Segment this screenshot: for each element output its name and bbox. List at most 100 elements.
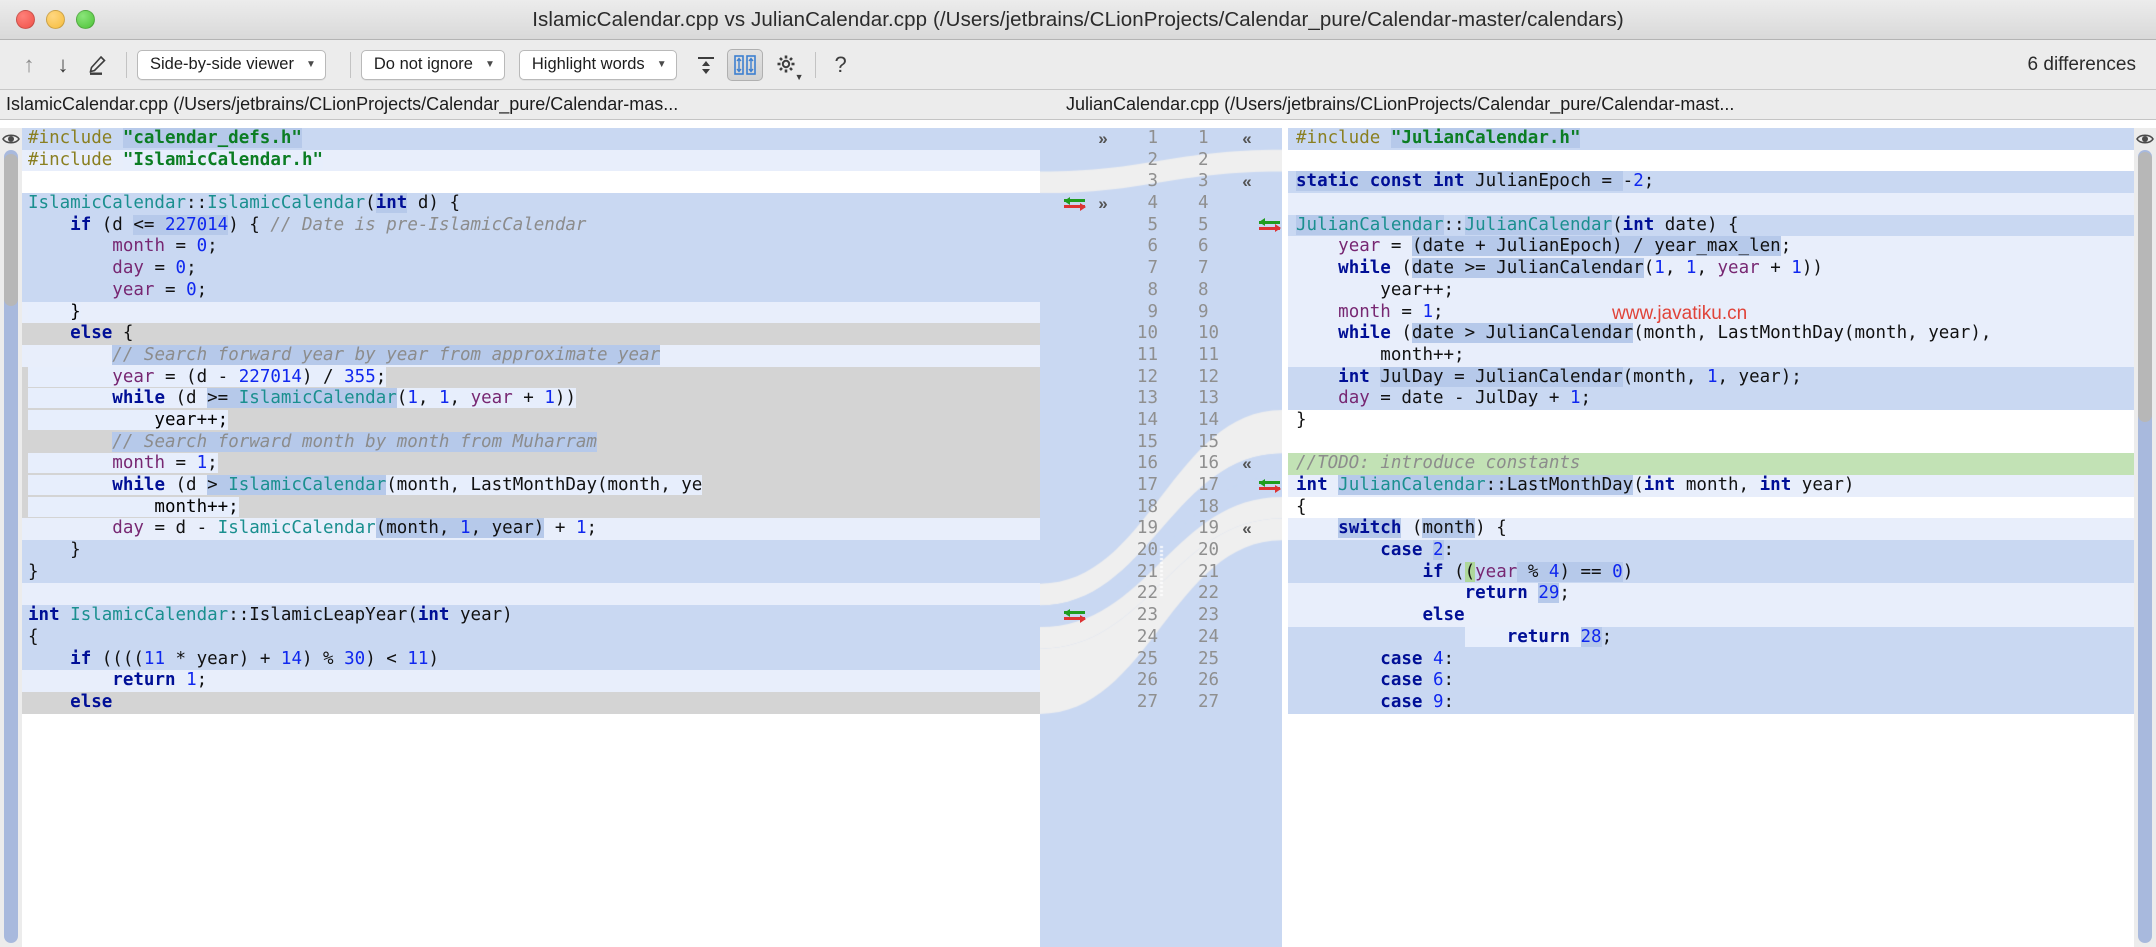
window-titlebar: IslamicCalendar.cpp vs JulianCalendar.cp… [0,0,2156,40]
code-line [0,583,1040,605]
pencil-icon[interactable] [82,50,112,80]
code-line: while (d >= IslamicCalendar(1, 1, year +… [0,388,1040,410]
left-marker-gutter[interactable] [0,128,22,947]
left-scrollbar-thumb[interactable] [4,154,18,306]
line-number: 1 [1118,128,1158,150]
diff-content-area: #include "calendar_defs.h"#include "Isla… [0,128,2156,947]
gutter-right-actions[interactable] [1258,128,1282,947]
line-number: 4 [1192,193,1232,215]
close-button[interactable] [16,10,35,29]
code-line: { [0,627,1040,649]
code-line: day = 0; [0,258,1040,280]
code-line: static const int JulianEpoch = -2; [1288,171,2156,193]
line-number: 5 [1118,215,1158,237]
center-diff-gutter[interactable]: »» 1234567891011121314151617181920212223… [1040,128,1282,947]
code-line: // Search forward year by year from appr… [0,345,1040,367]
left-editor-pane[interactable]: #include "calendar_defs.h"#include "Isla… [0,128,1040,947]
line-number: 14 [1118,410,1158,432]
accept-right-chevron-icon[interactable]: » [1098,129,1107,148]
code-line: else [0,692,1040,714]
gutter-right-chevrons[interactable]: « « « « [1234,128,1260,947]
gutter-right-line-numbers: 1234567891011121314151617181920212223242… [1192,128,1232,947]
gutter-left-line-numbers: 1234567891011121314151617181920212223242… [1118,128,1158,947]
code-line: #include "calendar_defs.h" [0,128,1040,150]
line-number: 24 [1118,627,1158,649]
code-line: month = 0; [0,236,1040,258]
highlight-mode-dropdown[interactable]: Highlight words ▼ [519,50,677,80]
code-line: { [1288,497,2156,519]
line-number: 2 [1118,150,1158,172]
synchronize-scroll-icon[interactable] [727,49,763,81]
arrow-up-icon[interactable]: ↑ [14,50,44,80]
line-number: 7 [1118,258,1158,280]
line-number: 4 [1118,193,1158,215]
diff-toolbar: ↑ ↓ Side-by-side viewer ▼ Do not ignore … [0,40,2156,90]
gutter-left-actions[interactable] [1040,128,1090,947]
collapse-unchanged-icon[interactable] [691,50,721,80]
code-line [1288,193,2156,215]
arrow-down-icon[interactable]: ↓ [48,50,78,80]
eye-icon[interactable] [2,130,20,148]
code-line: if (d <= 227014) { // Date is pre-Islami… [0,215,1040,237]
minimize-button[interactable] [46,10,65,29]
line-number: 11 [1192,345,1232,367]
accept-left-chevron-icon[interactable]: « [1242,454,1251,473]
apply-change-button[interactable] [1064,193,1086,215]
code-line [1288,150,2156,172]
difference-count: 6 differences [2028,54,2136,76]
code-line: case 4: [1288,649,2156,671]
accept-left-chevron-icon[interactable]: « [1242,129,1251,148]
accept-left-chevron-icon[interactable]: « [1242,519,1251,538]
line-number: 13 [1118,388,1158,410]
code-line: int IslamicCalendar::IslamicLeapYear(int… [0,605,1040,627]
code-line: while (d > IslamicCalendar(month, LastMo… [0,475,1040,497]
accept-left-chevron-icon[interactable]: « [1242,172,1251,191]
code-line: day = date - JulDay + 1; [1288,388,2156,410]
code-line: switch (month) { [1288,518,2156,540]
line-number: 17 [1192,475,1232,497]
code-line: JulianCalendar::JulianCalendar(int date)… [1288,215,2156,237]
code-line: year++; [1288,280,2156,302]
apply-change-button[interactable] [1259,215,1281,237]
gear-icon[interactable]: ▼ [771,50,801,80]
right-editor-pane[interactable]: #include "JulianCalendar.h" static const… [1282,128,2156,947]
code-line: return 29; [1288,583,2156,605]
code-line: else [1288,605,2156,627]
right-marker-gutter[interactable] [2134,128,2156,947]
chevron-down-icon: ▼ [657,59,667,70]
code-line: return 1; [0,670,1040,692]
gutter-left-chevrons[interactable]: »» [1088,128,1118,947]
line-number: 8 [1192,280,1232,302]
code-line: } [0,562,1040,584]
line-number: 20 [1192,540,1232,562]
code-line: year++; [0,410,1040,432]
line-number: 6 [1192,236,1232,258]
chevron-down-icon: ▼ [485,59,495,70]
line-number: 26 [1118,670,1158,692]
code-line: case 9: [1288,692,2156,714]
question-mark-icon[interactable]: ? [826,50,856,80]
code-line: while (date >= JulianCalendar(1, 1, year… [1288,258,2156,280]
line-number: 5 [1192,215,1232,237]
line-number: 10 [1192,323,1232,345]
accept-right-chevron-icon[interactable]: » [1098,194,1107,213]
line-number: 7 [1192,258,1232,280]
line-number: 10 [1118,323,1158,345]
eye-icon[interactable] [2136,130,2154,148]
apply-change-button[interactable] [1259,475,1281,497]
window-title: IslamicCalendar.cpp vs JulianCalendar.cp… [0,8,2156,32]
diff-viewer-window: IslamicCalendar.cpp vs JulianCalendar.cp… [0,0,2156,947]
code-line: year = 0; [0,280,1040,302]
file-header-row: IslamicCalendar.cpp (/Users/jetbrains/CL… [0,90,2156,120]
zoom-button[interactable] [76,10,95,29]
apply-change-button[interactable] [1064,605,1086,627]
viewer-mode-dropdown[interactable]: Side-by-side viewer ▼ [137,50,326,80]
line-number: 27 [1192,692,1232,714]
code-line: int JulianCalendar::LastMonthDay(int mon… [1288,475,2156,497]
ignore-policy-dropdown[interactable]: Do not ignore ▼ [361,50,505,80]
left-code-lines: #include "calendar_defs.h"#include "Isla… [0,128,1040,714]
right-scrollbar-thumb[interactable] [2138,152,2152,422]
code-line: //TODO: introduce constants [1288,453,2156,475]
line-number: 12 [1118,367,1158,389]
code-line: return 28; [1288,627,2156,649]
